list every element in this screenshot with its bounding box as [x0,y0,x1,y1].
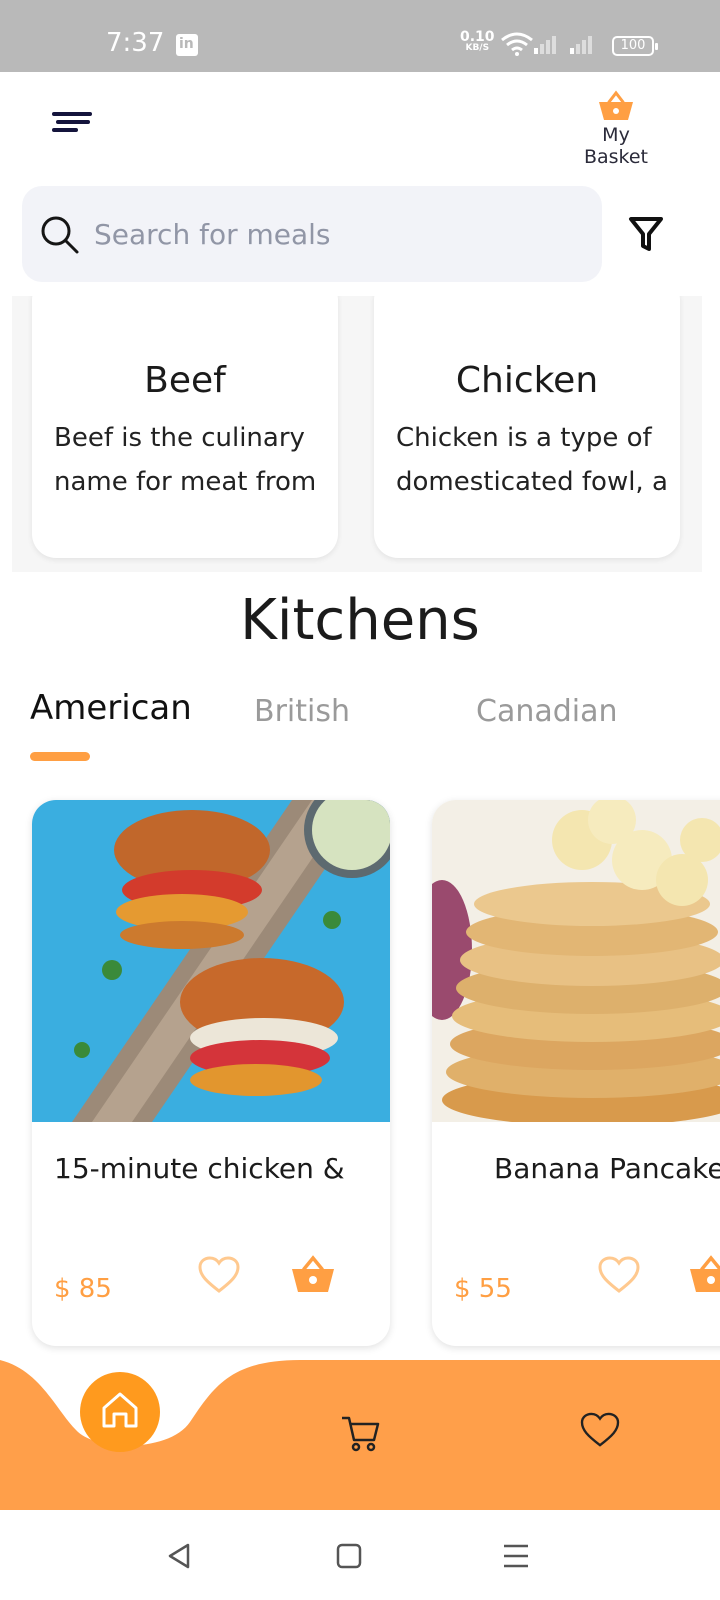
heart-icon[interactable] [598,1256,640,1294]
search-bar [22,186,602,282]
favorites-heart-icon[interactable] [580,1412,620,1448]
recents-menu-icon[interactable] [502,1542,530,1570]
search-icon [41,216,79,254]
wifi-icon [501,32,533,56]
add-to-basket-icon[interactable] [290,1254,336,1294]
network-speed: 0.10 KB/S [460,29,495,54]
category-description-line: domesticated fowl, a [396,467,666,497]
back-icon[interactable] [166,1542,192,1570]
meal-image-pancakes [432,800,720,1122]
meal-price: $ 55 [454,1274,512,1304]
tab-american[interactable]: American [30,688,192,728]
category-description-line: name for meat from [54,467,317,497]
category-title: Beef [144,360,226,401]
category-description-line: Chicken is a type of [396,423,652,453]
filter-icon[interactable] [628,216,664,252]
meal-card-banana-pancakes[interactable]: Banana Pancakes $ 55 [432,800,720,1346]
heart-icon[interactable] [198,1256,240,1294]
category-description: Beef is the culinary name for meat from [54,416,324,504]
battery-indicator: 100 [612,36,658,56]
linkedin-notification-icon: in [176,34,198,56]
tab-canadian[interactable]: Canadian [476,694,618,729]
category-card-beef[interactable]: Beef Beef is the culinary name for meat … [32,296,338,558]
meal-name: 15-minute chicken & [54,1152,345,1185]
menu-icon[interactable] [52,108,94,134]
my-basket-label: My Basket [583,124,649,168]
active-tab-indicator [30,752,90,761]
basket-icon [599,90,633,120]
category-title: Chicken [455,360,599,401]
search-input[interactable] [94,186,584,282]
meal-image-burger [32,800,390,1122]
meal-card-chicken[interactable]: 15-minute chicken & $ 85 [32,800,390,1346]
category-description-line: Beef is the culinary [54,423,305,453]
home-button[interactable] [80,1372,160,1452]
meal-price: $ 85 [54,1274,112,1304]
add-to-basket-icon[interactable] [688,1254,720,1294]
category-description: Chicken is a type of domesticated fowl, … [396,416,666,504]
kitchens-title: Kitchens [240,588,480,653]
network-speed-value: 0.10 [460,29,495,45]
signal-icon [534,36,556,54]
status-time: 7:37 [106,28,165,58]
signal-icon-2 [570,36,592,54]
my-basket-button[interactable]: My Basket [568,90,664,168]
home-icon [102,1392,138,1428]
cart-icon[interactable] [340,1414,380,1452]
category-carousel[interactable]: Beef Beef is the culinary name for meat … [12,296,702,572]
category-card-chicken[interactable]: Chicken Chicken is a type of domesticate… [374,296,680,558]
meal-name: Banana Pancakes [494,1152,720,1185]
tab-british[interactable]: British [254,694,350,729]
home-square-icon[interactable] [336,1542,362,1570]
status-bar: 7:37 in 0.10 KB/S 100 [0,0,720,72]
